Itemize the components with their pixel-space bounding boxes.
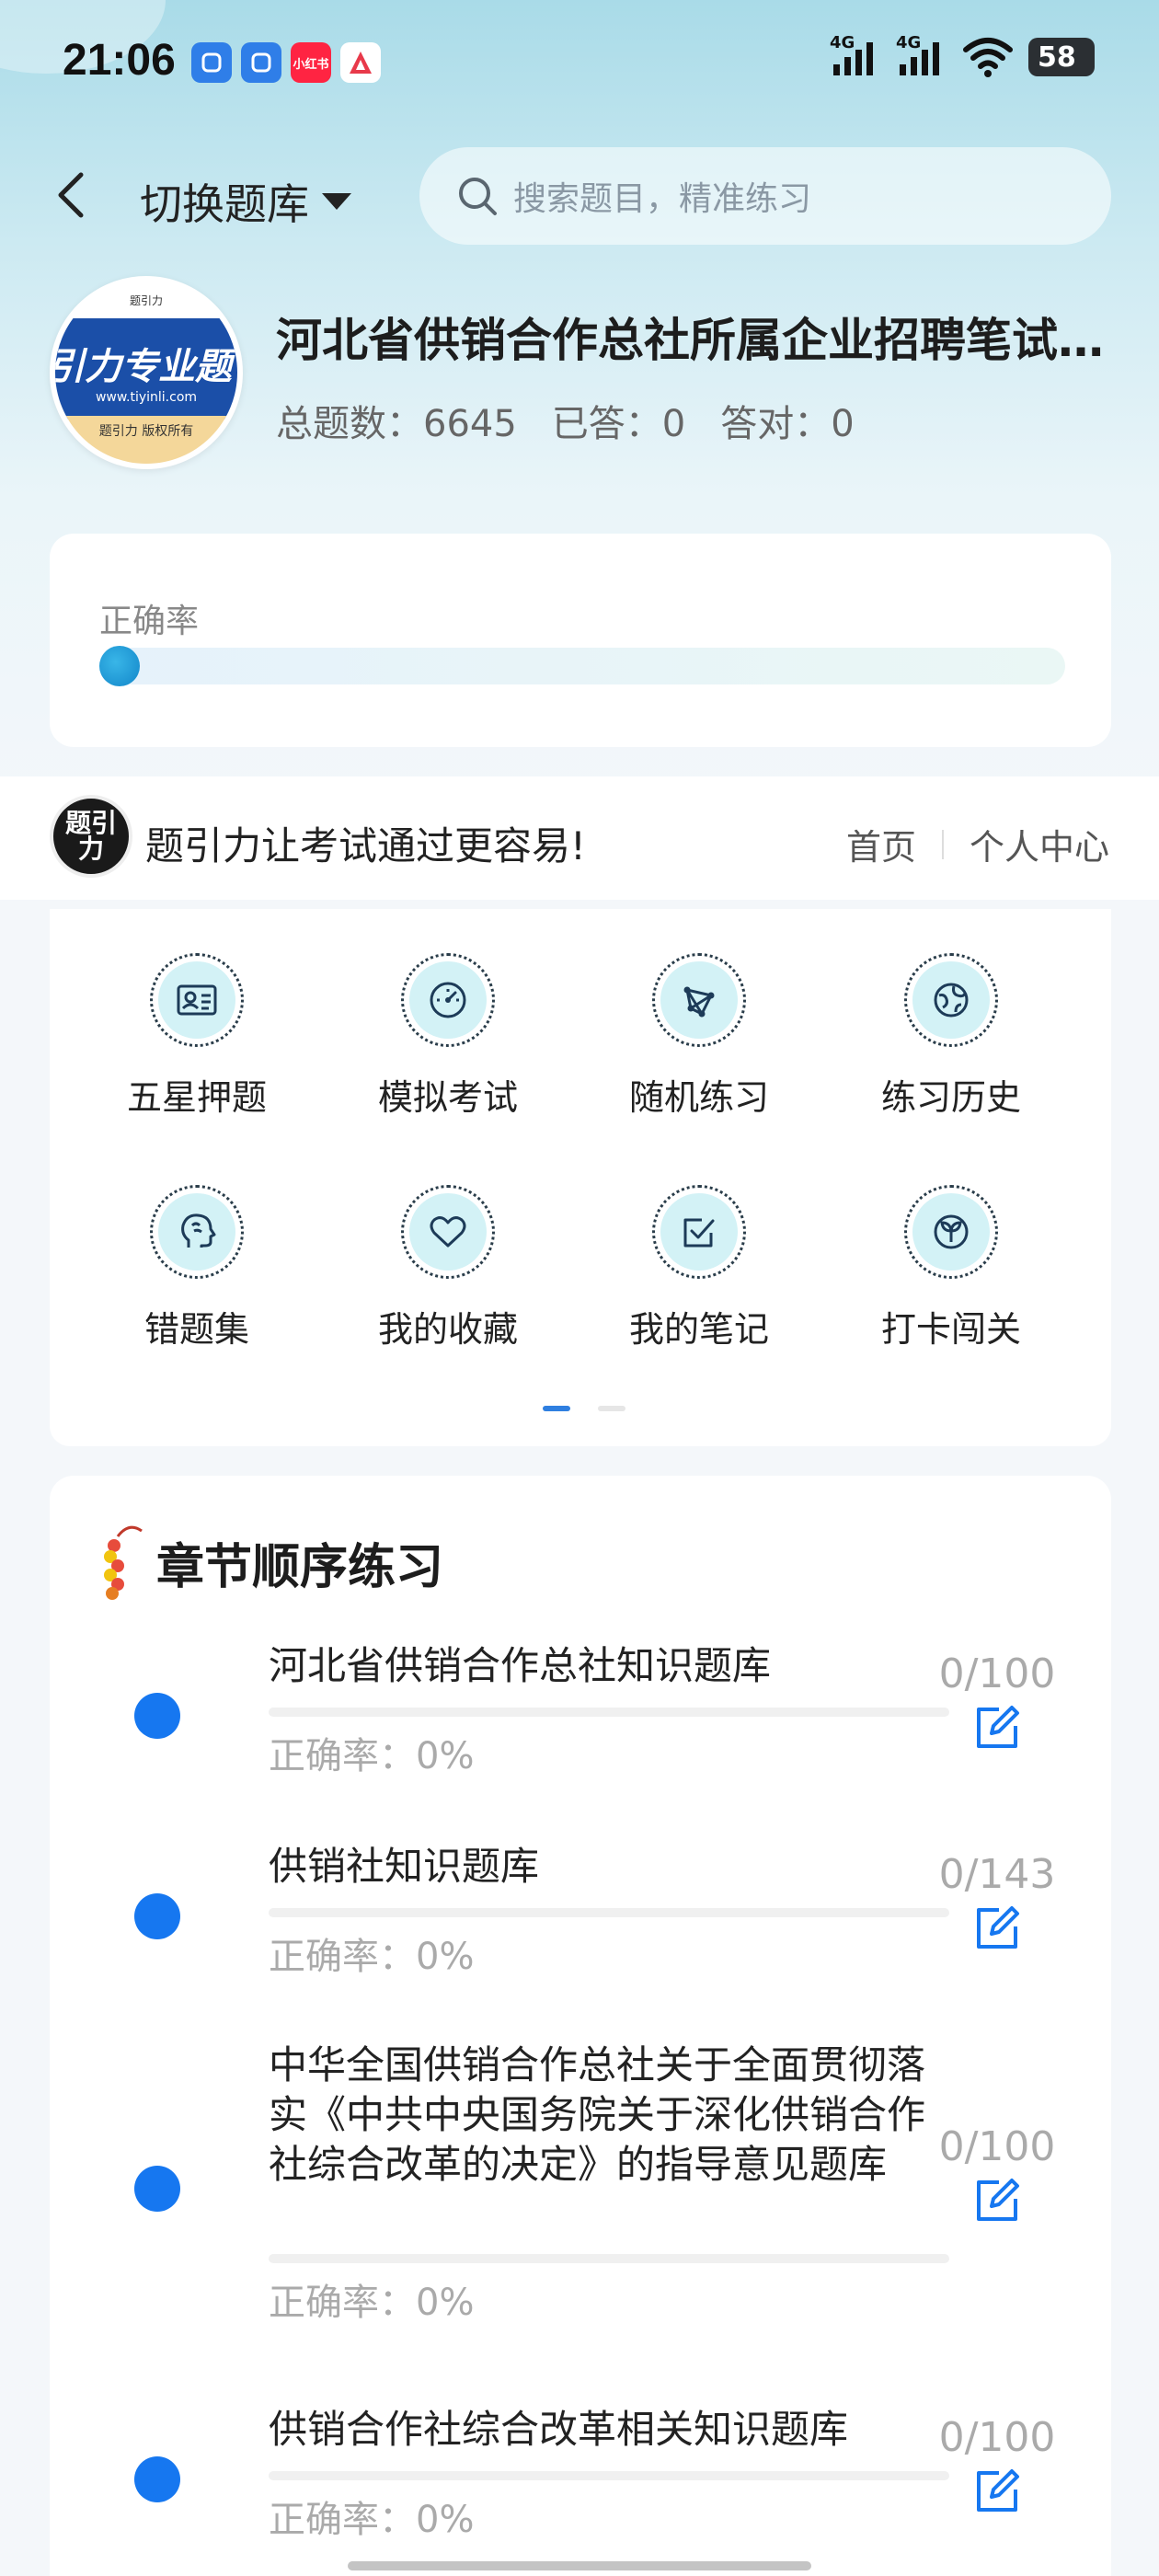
chapter-progress-bar bbox=[269, 1708, 949, 1717]
chapter-progress-bar bbox=[269, 1908, 949, 1917]
menu-item-my-favorites[interactable]: 我的收藏 bbox=[338, 1185, 558, 1369]
nav-divider bbox=[941, 829, 944, 859]
accuracy-progress-bar bbox=[99, 646, 1065, 686]
chapter-practice-section: 章节顺序练习 河北省供销合作总社知识题库 正确率：0% 0/100 供销社知识题… bbox=[50, 1476, 1111, 2576]
chapter-header: 章节顺序练习 bbox=[98, 1518, 443, 1606]
accuracy-progress-knob bbox=[99, 646, 140, 686]
accuracy-label: 正确率 bbox=[99, 603, 200, 640]
chapter-row[interactable]: 河北省供销合作总社知识题库 正确率：0% 0/100 bbox=[50, 1641, 1111, 1825]
speedometer-icon bbox=[430, 982, 466, 1018]
xiaohongshu-icon: 小红书 bbox=[291, 42, 331, 83]
app-icon-blue-2 bbox=[241, 42, 281, 83]
heart-icon bbox=[430, 1216, 466, 1248]
menu-page-indicator bbox=[543, 1406, 625, 1411]
menu-item-random-practice[interactable]: 随机练习 bbox=[589, 953, 809, 1137]
menu-item-my-notes[interactable]: 我的笔记 bbox=[589, 1185, 809, 1369]
edit-icon[interactable] bbox=[971, 1903, 1023, 1954]
chapter-row[interactable]: 供销合作社综合改革相关知识题库 正确率：0% 0/100 bbox=[50, 2405, 1111, 2576]
signal-icon-2: 4G bbox=[896, 33, 947, 77]
bank-stats: 总题数：6645 已答：0 答对：0 bbox=[276, 394, 855, 447]
stat-correct: 答对：0 bbox=[720, 403, 855, 445]
chapter-count: 0/143 bbox=[938, 1851, 1056, 1898]
brain-head-icon bbox=[181, 1213, 216, 1248]
chapter-progress-bar bbox=[269, 2471, 949, 2480]
nav-profile-link[interactable]: 个人中心 bbox=[970, 819, 1109, 869]
chapter-accuracy: 正确率：0% bbox=[269, 1735, 475, 1777]
bank-title: 河北省供销合作总社所属企业招聘笔试题库 bbox=[276, 314, 1104, 367]
app-icon-blue-1 bbox=[191, 42, 232, 83]
status-time: 21:06 bbox=[63, 36, 176, 85]
back-arrow-icon[interactable] bbox=[53, 167, 90, 223]
menu-item-mock-exam[interactable]: 模拟考试 bbox=[338, 953, 558, 1137]
stat-answered: 已答：0 bbox=[551, 403, 686, 445]
chapter-name: 供销社知识题库 bbox=[269, 1844, 540, 1889]
chapter-accuracy: 正确率：0% bbox=[269, 2282, 475, 2324]
page-dot-active bbox=[543, 1406, 570, 1411]
edit-icon[interactable] bbox=[971, 2175, 1023, 2226]
brand-banner: 题引力 题引力让考试通过更容易! 首页 个人中心 bbox=[0, 776, 1159, 900]
network-icon bbox=[683, 986, 715, 1018]
menu-item-practice-history[interactable]: 练习历史 bbox=[841, 953, 1061, 1137]
globe-icon bbox=[934, 983, 969, 1018]
home-indicator[interactable] bbox=[348, 2561, 811, 2570]
battery-icon: 58 bbox=[1028, 38, 1095, 76]
checkbox-icon bbox=[683, 1218, 715, 1248]
search-icon bbox=[459, 178, 497, 215]
banner-nav: 首页 个人中心 bbox=[846, 819, 1109, 869]
feature-menu: 五星押题 模拟考试 随机练习 练习历史 错题集 我的收藏 我的笔记 打卡闯关 bbox=[50, 909, 1111, 1446]
menu-item-wrong-questions[interactable]: 错题集 bbox=[86, 1185, 307, 1369]
signal-icon-1: 4G bbox=[830, 33, 881, 77]
chapter-name: 供销合作社综合改革相关知识题库 bbox=[269, 2407, 849, 2452]
chapter-count: 0/100 bbox=[938, 2414, 1056, 2461]
chapter-row[interactable]: 中华全国供销合作总社关于全面贯彻落实《中共中央国务院关于深化供销合作社综合改革的… bbox=[50, 2041, 1111, 2390]
wifi-icon bbox=[963, 38, 1013, 77]
id-card-icon bbox=[177, 984, 217, 1016]
chapter-accuracy: 正确率：0% bbox=[269, 2499, 475, 2541]
search-placeholder: 搜索题目，精准练习 bbox=[513, 180, 812, 218]
stat-total: 总题数：6645 bbox=[276, 403, 517, 445]
app-icon-red-a bbox=[340, 42, 381, 83]
chapter-count: 0/100 bbox=[938, 2123, 1056, 2170]
question-bank-logo: 题引力 引力专业题 www.tiyinli.com 题引力 版权所有 bbox=[50, 276, 243, 469]
menu-item-star-questions[interactable]: 五星押题 bbox=[86, 953, 307, 1137]
status-bar: 21:06 小红书 4G 4G 58 bbox=[0, 0, 1159, 120]
firecracker-icon bbox=[104, 1525, 143, 1600]
sprout-icon bbox=[934, 1214, 969, 1249]
chapter-name: 中华全国供销合作总社关于全面贯彻落实《中共中央国务院关于深化供销合作社综合改革的… bbox=[269, 2042, 926, 2187]
chapter-name: 河北省供销合作总社知识题库 bbox=[269, 1643, 772, 1688]
nav-home-link[interactable]: 首页 bbox=[846, 819, 916, 869]
page-dot bbox=[598, 1406, 625, 1411]
dropdown-caret-icon bbox=[322, 193, 351, 210]
edit-icon[interactable] bbox=[971, 1702, 1023, 1754]
chapter-bullet bbox=[134, 2166, 180, 2212]
brand-logo: 题引力 bbox=[50, 795, 132, 878]
accuracy-card: 正确率 bbox=[50, 534, 1111, 747]
chapter-row[interactable]: 供销社知识题库 正确率：0% 0/143 bbox=[50, 1842, 1111, 2026]
edit-icon[interactable] bbox=[971, 2466, 1023, 2517]
brand-slogan: 题引力让考试通过更容易! bbox=[145, 823, 586, 868]
switch-bank-label: 切换题库 bbox=[140, 179, 309, 229]
chapter-bullet bbox=[134, 2456, 180, 2502]
chapter-progress-bar bbox=[269, 2254, 949, 2263]
chapter-section-title: 章节顺序练习 bbox=[156, 1539, 444, 1595]
chapter-accuracy: 正确率：0% bbox=[269, 1936, 475, 1978]
switch-bank-button[interactable]: 切换题库 bbox=[140, 171, 351, 232]
chapter-count: 0/100 bbox=[938, 1650, 1056, 1697]
search-input[interactable]: 搜索题目，精准练习 bbox=[419, 147, 1111, 245]
chapter-bullet bbox=[134, 1893, 180, 1939]
chapter-bullet bbox=[134, 1693, 180, 1739]
menu-item-check-in[interactable]: 打卡闯关 bbox=[841, 1185, 1061, 1369]
